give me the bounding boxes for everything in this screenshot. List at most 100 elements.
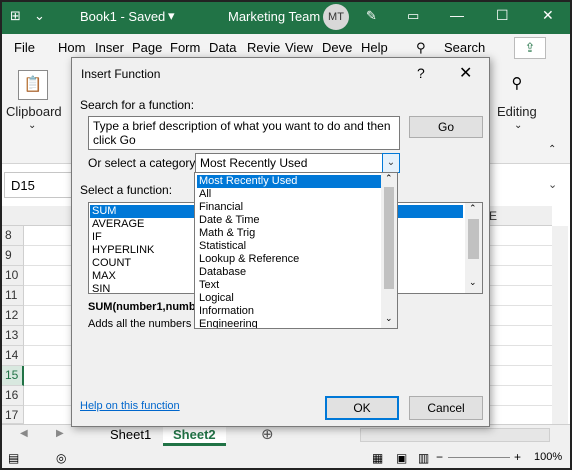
row-header[interactable]: 8 <box>0 226 24 246</box>
tab-formulas[interactable]: Form <box>170 40 200 55</box>
tab-file[interactable]: File <box>14 40 35 55</box>
row-header[interactable]: 10 <box>0 266 24 286</box>
tab-page-layout[interactable]: Page <box>132 40 162 55</box>
tab-view[interactable]: View <box>285 40 313 55</box>
tab-developer[interactable]: Deve <box>322 40 352 55</box>
chevron-down-icon[interactable]: ⌄ <box>385 313 393 324</box>
grid-icon: ⊞ <box>10 8 21 23</box>
chevron-up-icon[interactable]: ⌃ <box>385 173 393 184</box>
zoom-in-button[interactable]: + <box>514 450 521 464</box>
dialog-close-button[interactable]: ✕ <box>459 63 472 83</box>
minimize-ribbon-icon[interactable]: ⌄ <box>34 8 45 24</box>
dialog-title: Insert Function <box>81 67 161 81</box>
row-header[interactable]: 12 <box>0 306 24 326</box>
zoom-level[interactable]: 100% <box>534 451 562 463</box>
function-syntax: SUM(number1,numb <box>88 301 196 313</box>
chevron-down-icon[interactable]: ⌄ <box>469 277 477 288</box>
sheet-tab-active[interactable]: Sheet2 <box>163 424 226 446</box>
title-bar: ⊞ ⌄ Book1 - Saved ▾ Marketing Team MT ✎ … <box>0 0 572 34</box>
row-header[interactable]: 13 <box>0 326 24 346</box>
close-button[interactable]: ✕ <box>542 7 554 24</box>
accessibility-icon[interactable]: ◎ <box>56 451 66 465</box>
scroll-thumb[interactable] <box>468 219 479 259</box>
category-option[interactable]: Statistical <box>197 240 381 253</box>
sheet-tab[interactable]: Sheet1 <box>100 424 161 446</box>
row-header[interactable]: 14 <box>0 346 24 366</box>
category-select[interactable]: Most Recently Used <box>195 153 400 173</box>
category-option[interactable]: Most Recently Used <box>197 175 381 188</box>
minimize-button[interactable]: — <box>450 7 464 23</box>
category-option[interactable]: Math & Trig <box>197 227 381 240</box>
ribbon-display-icon[interactable]: ▭ <box>407 8 419 24</box>
page-break-icon[interactable]: ▥ <box>418 451 429 465</box>
share-button[interactable]: ⇪ <box>514 37 546 59</box>
help-button[interactable]: ? <box>417 65 425 81</box>
cancel-button[interactable]: Cancel <box>409 396 483 420</box>
zoom-out-button[interactable]: − <box>436 450 443 464</box>
row-header[interactable]: 16 <box>0 386 24 406</box>
tab-home[interactable]: Hom <box>58 40 85 55</box>
name-box[interactable]: D15 <box>4 172 78 198</box>
tab-help[interactable]: Help <box>361 40 388 55</box>
list-item[interactable]: AVERAGE <box>92 218 144 231</box>
page-layout-icon[interactable]: ▣ <box>396 451 407 465</box>
avatar[interactable]: MT <box>323 4 349 30</box>
pen-icon[interactable]: ✎ <box>366 8 377 24</box>
normal-view-icon[interactable]: ▦ <box>372 451 383 465</box>
editing-group-label[interactable]: Editing <box>497 104 537 119</box>
add-sheet-icon[interactable]: ⊕ <box>261 425 274 443</box>
paste-icon[interactable]: 📋 <box>18 70 48 100</box>
collapse-ribbon-icon[interactable]: ⌃ <box>548 144 556 155</box>
category-option[interactable]: Information <box>197 305 381 318</box>
list-item[interactable]: IF <box>92 231 102 244</box>
row-header[interactable]: 9 <box>0 246 24 266</box>
search-icon[interactable]: ⚲ <box>416 40 426 56</box>
scroll-thumb[interactable] <box>384 187 394 289</box>
category-option[interactable]: Database <box>197 266 381 279</box>
maximize-button[interactable]: ☐ <box>496 7 509 24</box>
category-option[interactable]: Date & Time <box>197 214 381 227</box>
search-label[interactable]: Search <box>444 40 485 55</box>
chevron-down-icon[interactable]: ▾ <box>168 8 175 24</box>
zoom-slider[interactable] <box>448 457 510 458</box>
category-option[interactable]: Text <box>197 279 381 292</box>
chevron-down-icon[interactable]: ⌄ <box>382 153 400 173</box>
category-option[interactable]: Lookup & Reference <box>197 253 381 266</box>
category-list-scrollbar[interactable]: ⌃ ⌄ <box>381 173 397 328</box>
clipboard-group-label[interactable]: Clipboard <box>6 104 62 119</box>
column-header-e[interactable]: E <box>489 209 497 223</box>
row-header-selected[interactable]: 15 <box>0 366 24 386</box>
go-button[interactable]: Go <box>409 116 483 138</box>
row-header[interactable]: 11 <box>0 286 24 306</box>
category-option[interactable]: Logical <box>197 292 381 305</box>
search-function-input[interactable]: Type a brief description of what you wan… <box>88 116 400 150</box>
category-dropdown-list[interactable]: Most Recently Used All Financial Date & … <box>194 172 398 329</box>
expand-formula-icon[interactable]: ⌄ <box>548 178 557 191</box>
category-option[interactable]: Financial <box>197 201 381 214</box>
scroll-right-icon[interactable]: ▶ <box>56 428 64 439</box>
chevron-down-icon[interactable]: ⌄ <box>514 120 522 131</box>
status-bar: ▤ ◎ ▦ ▣ ▥ − + 100% <box>0 446 572 470</box>
help-on-function-link[interactable]: Help on this function <box>80 400 180 412</box>
search-function-label: Search for a function: <box>80 98 195 112</box>
ok-button[interactable]: OK <box>325 396 399 420</box>
find-icon[interactable]: ⚲ <box>502 70 532 100</box>
tab-review[interactable]: Revie <box>247 40 280 55</box>
function-description: Adds all the numbers <box>88 318 192 330</box>
category-option[interactable]: Engineering <box>197 318 381 328</box>
vertical-scrollbar[interactable] <box>552 226 568 424</box>
document-title[interactable]: Book1 - Saved <box>80 9 165 24</box>
chevron-up-icon[interactable]: ⌃ <box>469 203 477 214</box>
category-option[interactable]: All <box>197 188 381 201</box>
list-item[interactable]: SIN <box>92 283 110 296</box>
row-header[interactable]: 17 <box>0 406 24 424</box>
chevron-down-icon[interactable]: ⌄ <box>28 120 36 131</box>
function-list-scrollbar[interactable]: ⌃ ⌄ <box>465 203 482 293</box>
scroll-left-icon[interactable]: ◀ <box>20 428 28 439</box>
list-item[interactable]: COUNT <box>92 257 131 270</box>
horizontal-scrollbar[interactable] <box>360 428 550 442</box>
list-item[interactable]: HYPERLINK <box>92 244 154 257</box>
list-item[interactable]: MAX <box>92 270 116 283</box>
tab-insert[interactable]: Inser <box>95 40 124 55</box>
tab-data[interactable]: Data <box>209 40 236 55</box>
